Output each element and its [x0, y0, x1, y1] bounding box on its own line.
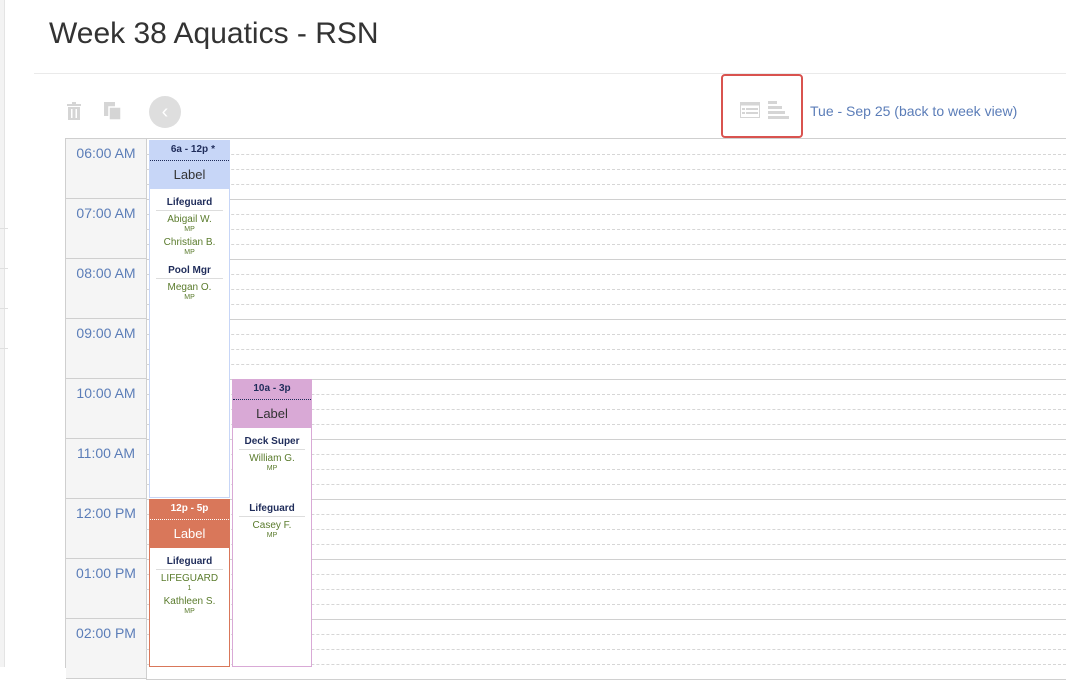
assigned-person[interactable]: Casey F. MP [239, 520, 305, 540]
shift-block[interactable]: 10a - 3p Label Deck Super William G. MP Lifeg… [232, 379, 312, 667]
shift-time: 12p - 5p [170, 503, 209, 514]
shift-role: Pool Mgr Megan O. MP [156, 265, 223, 302]
shift-label: Label [233, 400, 311, 428]
previous-button[interactable]: ‹ [149, 96, 181, 128]
hour-line [146, 319, 1066, 320]
hour-label: 08:00 AM [76, 265, 136, 281]
person-tag: MP [266, 465, 278, 472]
shift-block[interactable]: 12p - 5p Label Lifeguard LIFEGUARD 1 Kathleen… [149, 499, 230, 667]
shift-time-header: 12p - 5p [150, 500, 229, 520]
person-tag: 1 [187, 585, 192, 592]
person-tag: MP [184, 249, 195, 256]
person-name: Christian B. [163, 237, 216, 248]
quarter-hour-line [146, 214, 1066, 215]
shift-label: Label [150, 520, 229, 548]
hour-label: 09:00 AM [76, 325, 136, 341]
person-name: Kathleen S. [163, 596, 216, 607]
quarter-hour-line [146, 154, 1066, 155]
hour-label-cell: 10:00 AM [66, 379, 147, 439]
hour-label: 12:00 PM [76, 505, 136, 521]
person-name: LIFEGUARD [160, 573, 219, 584]
quarter-hour-line [146, 244, 1066, 245]
role-name: Deck Super [239, 436, 305, 450]
hour-label-cell: 07:00 AM [66, 199, 147, 259]
quarter-hour-line [146, 349, 1066, 350]
hour-label: 10:00 AM [76, 385, 136, 401]
quarter-hour-line [146, 364, 1066, 365]
shift-time-header: 10a - 3p [233, 380, 311, 400]
shift-label: Label [150, 161, 229, 189]
person-tag: MP [184, 608, 195, 615]
quarter-hour-line [146, 229, 1066, 230]
assigned-person[interactable]: LIFEGUARD 1 [156, 573, 223, 593]
hour-label: 11:00 AM [76, 445, 136, 461]
copy-icon[interactable] [103, 101, 123, 126]
left-panel-edge [0, 0, 5, 667]
hour-label-cell: 01:00 PM [66, 559, 147, 619]
hour-label: 01:00 PM [76, 565, 136, 581]
person-name: Abigail W. [167, 214, 212, 225]
quarter-hour-line [146, 274, 1066, 275]
assigned-person[interactable]: Abigail W. MP [156, 214, 223, 234]
back-to-week-link[interactable]: Tue - Sep 25 (back to week view) [810, 103, 1017, 119]
hour-label-cell: 08:00 AM [66, 259, 147, 319]
quarter-hour-line [146, 289, 1066, 290]
hour-label-cell: 09:00 AM [66, 319, 147, 379]
hour-label-cell: 11:00 AM [66, 439, 147, 499]
person-name: William G. [249, 453, 295, 464]
shift-marker: * [211, 144, 215, 155]
bar-view-icon[interactable] [768, 101, 790, 124]
shift-role: Deck Super William G. MP [239, 436, 305, 473]
hour-label: 07:00 AM [76, 205, 136, 221]
assigned-person[interactable]: William G. MP [239, 453, 305, 473]
shift-block[interactable]: 6a - 12p * Label Lifeguard Abigail W. MP Chris… [149, 140, 230, 498]
hour-label-cell: 06:00 AM [66, 139, 147, 199]
person-name: Megan O. [167, 282, 212, 293]
quarter-hour-line [146, 184, 1066, 185]
role-name: Lifeguard [239, 503, 305, 517]
assigned-person[interactable]: Megan O. MP [156, 282, 223, 302]
view-toggle-group [721, 74, 803, 138]
quarter-hour-line [146, 334, 1066, 335]
quarter-hour-line [146, 169, 1066, 170]
person-name: Casey F. [252, 520, 292, 531]
role-name: Lifeguard [156, 556, 223, 570]
hour-label: 06:00 AM [76, 145, 136, 161]
assigned-person[interactable]: Christian B. MP [156, 237, 223, 257]
trash-icon[interactable] [66, 102, 82, 125]
hour-label-cell: 02:00 PM [66, 619, 147, 679]
person-tag: MP [184, 294, 195, 301]
list-view-icon[interactable] [740, 102, 760, 123]
title-divider [34, 73, 1066, 74]
shift-role: Lifeguard LIFEGUARD 1 Kathleen S. MP [156, 556, 223, 616]
person-tag: MP [184, 226, 195, 233]
shift-role: Lifeguard Casey F. MP [239, 503, 305, 540]
hour-label-cell: 12:00 PM [66, 499, 147, 559]
shift-role: Lifeguard Abigail W. MP Christian B. MP [156, 197, 223, 257]
shift-time-header: 6a - 12p * [150, 141, 229, 161]
role-name: Pool Mgr [156, 265, 223, 279]
shift-time: 10a - 3p [253, 383, 291, 394]
hour-label: 02:00 PM [76, 625, 136, 641]
quarter-hour-line [146, 304, 1066, 305]
role-name: Lifeguard [156, 197, 223, 211]
person-tag: MP [266, 532, 278, 539]
hour-line [146, 259, 1066, 260]
shift-time: 6a - 12p [170, 144, 209, 155]
page-title: Week 38 Aquatics - RSN [49, 17, 379, 50]
hour-line [146, 199, 1066, 200]
assigned-person[interactable]: Kathleen S. MP [156, 596, 223, 616]
